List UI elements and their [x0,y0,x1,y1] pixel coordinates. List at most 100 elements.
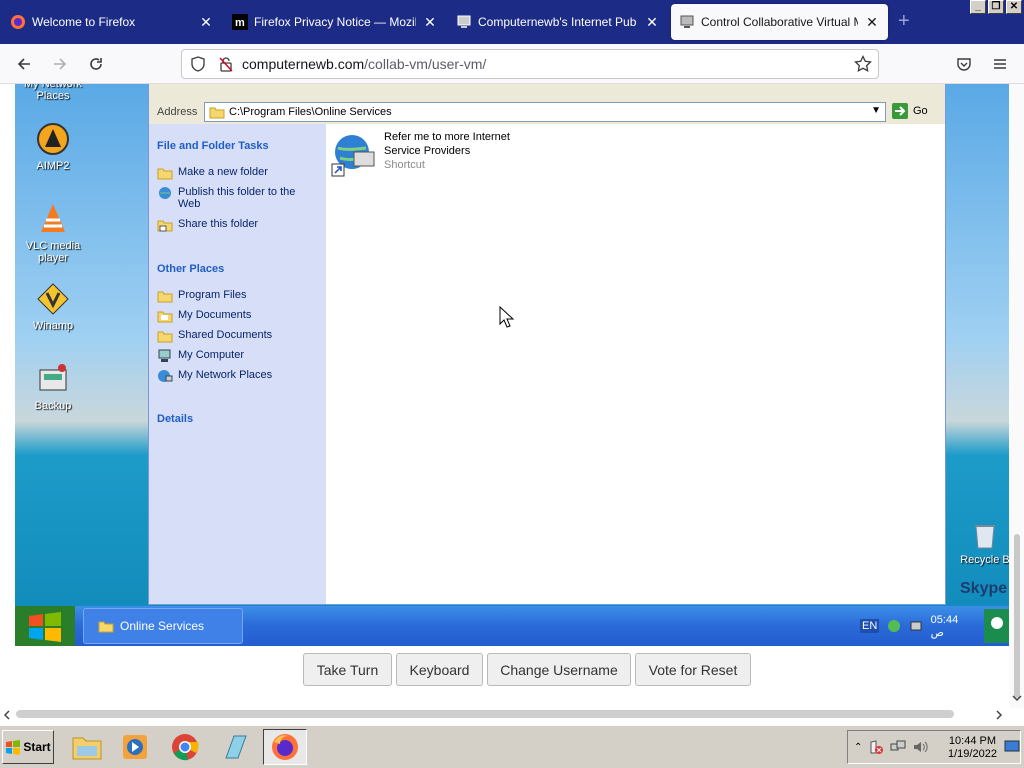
forward-button[interactable] [48,52,72,76]
close-icon[interactable]: ✕ [198,14,214,31]
pocket-button[interactable] [952,52,976,76]
notepad-icon [225,735,247,759]
vm-task-online-services[interactable]: Online Services [83,608,243,644]
shortcut-type: Shortcut [384,159,425,171]
reload-button[interactable] [84,52,108,76]
tab-label: Control Collaborative Virtual Machi [701,15,858,29]
close-window-button[interactable]: ✕ [1006,0,1022,14]
go-arrow-icon [892,103,908,119]
windows-logo-icon [29,612,61,642]
host-start-button[interactable]: Start [2,730,54,764]
shield-icon[interactable] [190,56,206,72]
scroll-down-icon[interactable] [1012,694,1022,702]
hamburger-menu-icon [994,59,1006,69]
desktop-icon-label: VLC media player [25,240,81,264]
scrollbar-thumb[interactable] [1014,534,1020,698]
volume-icon[interactable] [912,739,928,755]
shortcut-name: Refer me to more Internet Service Provid… [384,131,510,157]
desktop-icon-backup[interactable]: Backup [15,362,91,412]
desktop-icon-vlc[interactable]: VLC media player [15,202,91,264]
keyboard-button[interactable]: Keyboard [396,653,483,686]
mouse-cursor-icon [499,306,515,328]
restore-button[interactable]: ❐ [988,0,1004,14]
vm-screen[interactable]: My Network Places AIMP2 VLC media player… [15,84,1009,646]
taskbar-app-firefox[interactable] [263,729,307,765]
close-icon[interactable]: ✕ [422,14,438,31]
task-publish-folder[interactable]: Publish this folder to the Web [157,186,317,210]
task-label: Online Services [120,619,205,633]
host-clock[interactable]: 10:44 PM 1/19/2022 [948,735,997,761]
scrollbar-thumb[interactable] [16,710,954,718]
minimize-button[interactable]: _ [970,0,986,14]
lock-off-icon[interactable] [218,56,234,72]
place-my-computer[interactable]: My Computer [157,349,317,363]
url-bar[interactable]: computernewb.com/collab-vm/user-vm/ [181,49,879,79]
tab-computernewb-hub[interactable]: Computernewb's Internet Pub Hub ✕ [448,4,668,40]
taskbar-app-media-player[interactable] [113,729,157,765]
clock-date: 1/19/2022 [948,748,997,760]
backup-icon [36,362,70,396]
address-field[interactable]: C:\Program Files\Online Services ▼ [204,102,886,122]
place-program-files[interactable]: Program Files [157,289,317,303]
change-username-button[interactable]: Change Username [487,653,631,686]
place-label: My Documents [178,309,252,321]
desktop-icon-recycle-bin[interactable]: Recycle B [955,520,1009,566]
mozilla-m-icon: m [232,14,248,30]
desktop-icon-network-places[interactable]: My Network Places [15,84,91,102]
go-button[interactable]: Go [891,102,928,120]
back-button[interactable] [12,52,36,76]
desktop-icon-label: Winamp [32,320,74,332]
place-label: Program Files [178,289,247,301]
horizontal-scrollbar[interactable] [0,706,1009,722]
skype-tray-icon [983,609,1009,643]
shortcut-item[interactable]: Refer me to more Internet Service Provid… [330,130,580,178]
address-value: C:\Program Files\Online Services [229,106,392,118]
take-turn-button[interactable]: Take Turn [303,653,392,686]
taskbar-app-file-explorer[interactable] [65,729,109,765]
task-label: Share this folder [178,218,259,230]
scroll-left-icon[interactable] [3,710,11,720]
taskbar-app-notepad[interactable] [213,729,257,765]
skype-label: Skype [960,580,1008,597]
menu-button[interactable] [988,52,1012,76]
close-icon[interactable]: ✕ [864,14,880,31]
page-content: My Network Places AIMP2 VLC media player… [0,84,1024,722]
safely-remove-icon [910,621,922,631]
tab-label: Welcome to Firefox [32,15,136,29]
network-icon[interactable] [890,739,906,755]
tab-welcome-firefox[interactable]: Welcome to Firefox ✕ [2,4,222,40]
task-label: Make a new folder [178,166,268,178]
desktop-icon-aimp2[interactable]: AIMP2 [15,122,91,172]
clock-time: 10:44 PM [948,735,997,747]
vertical-scrollbar[interactable] [1009,84,1024,708]
task-share-folder[interactable]: Share this folder [157,218,317,232]
tab-collab-vm[interactable]: Control Collaborative Virtual Machi ✕ [671,4,888,40]
file-explorer-icon [72,737,102,760]
bookmark-star-icon[interactable] [854,55,872,73]
taskbar-app-chrome[interactable] [163,729,207,765]
place-my-documents[interactable]: My Documents [157,309,317,323]
globe-icon [159,187,171,199]
place-shared-documents[interactable]: Shared Documents [157,329,317,343]
forward-arrow-icon [54,58,67,70]
place-my-network-places[interactable]: My Network Places [157,369,317,383]
show-desktop-icon[interactable] [1004,740,1020,754]
desktop-icon-label: Backup [34,400,72,412]
close-icon[interactable]: ✕ [644,14,660,31]
task-make-new-folder[interactable]: Make a new folder [157,166,317,180]
action-center-icon[interactable] [868,739,884,755]
desktop-icon-winamp[interactable]: Winamp [15,282,91,332]
show-hidden-icons-icon[interactable]: ⌃ [854,742,862,753]
tab-privacy-notice[interactable]: m Firefox Privacy Notice — Mozilla ✕ [224,4,446,40]
svg-text:m: m [235,17,245,29]
new-tab-button[interactable]: + [898,10,910,33]
vm-start-button[interactable] [15,606,75,646]
new-folder-icon [157,168,173,180]
vote-reset-button[interactable]: Vote for Reset [635,653,751,686]
folder-icon [157,331,173,343]
aimp-icon [36,122,70,156]
language-indicator[interactable]: EN [860,619,880,633]
scroll-right-icon[interactable] [995,710,1003,720]
dropdown-arrow-icon[interactable]: ▼ [871,105,881,116]
folder-content-area[interactable]: Refer me to more Internet Service Provid… [326,124,945,604]
